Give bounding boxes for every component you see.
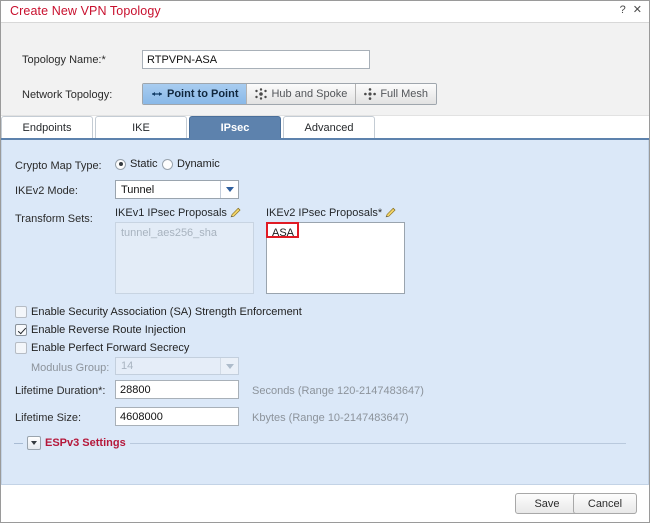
ikev2-mode-label: IKEv2 Mode: xyxy=(15,185,78,197)
dialog-footer: Save Cancel xyxy=(1,485,649,521)
topology-name-label: Topology Name:* xyxy=(22,54,106,66)
modulus-group-select[interactable]: 14 xyxy=(115,357,239,375)
vpn-topology-tabs: Endpoints IKE IPsec Advanced xyxy=(1,116,649,140)
sa-strength-enforcement-row[interactable]: Enable Security Association (SA) Strengt… xyxy=(15,306,302,318)
ikev2-mode-value: Tunnel xyxy=(121,183,155,196)
ikev2-proposals-title: IKEv2 IPsec Proposals* xyxy=(266,206,383,219)
topology-option-full-mesh[interactable]: Full Mesh xyxy=(356,84,437,104)
list-item[interactable]: ASA xyxy=(272,227,294,239)
lifetime-duration-label: Lifetime Duration*: xyxy=(15,385,106,397)
tab-ipsec[interactable]: IPsec xyxy=(189,116,281,138)
crypto-map-type-dynamic-row[interactable]: Dynamic xyxy=(162,158,220,170)
espv3-settings-section-header[interactable]: ESPv3 Settings xyxy=(14,436,626,450)
title-bar-controls: ? ✕ xyxy=(620,4,642,16)
modulus-group-value: 14 xyxy=(121,360,134,372)
sa-strength-enforcement-label: Enable Security Association (SA) Strengt… xyxy=(31,306,302,318)
perfect-forward-secrecy-checkbox[interactable] xyxy=(15,342,27,354)
cancel-button[interactable]: Cancel xyxy=(573,493,637,514)
tab-endpoints[interactable]: Endpoints xyxy=(1,116,93,138)
espv3-tree-connector xyxy=(14,442,23,444)
reverse-route-injection-checkbox[interactable] xyxy=(15,324,27,336)
close-icon[interactable]: ✕ xyxy=(633,4,642,16)
full-mesh-icon xyxy=(364,88,377,100)
ikev1-proposals-listbox[interactable]: tunnel_aes256_sha xyxy=(115,222,254,294)
lifetime-size-label: Lifetime Size: xyxy=(15,412,82,424)
tab-advanced[interactable]: Advanced xyxy=(283,116,375,138)
topology-option-full-mesh-label: Full Mesh xyxy=(380,88,429,100)
crypto-map-dynamic-label: Dynamic xyxy=(177,158,220,170)
modulus-group-chevron-down-icon[interactable] xyxy=(220,358,238,374)
dialog-title: Create New VPN Topology xyxy=(10,4,161,18)
topology-option-point-to-point[interactable]: Point to Point xyxy=(143,84,248,104)
save-button[interactable]: Save xyxy=(515,493,579,514)
sa-strength-enforcement-checkbox[interactable] xyxy=(15,306,27,318)
perfect-forward-secrecy-row[interactable]: Enable Perfect Forward Secrecy xyxy=(15,342,189,354)
espv3-settings-title: ESPv3 Settings xyxy=(45,437,126,449)
crypto-map-static-radio[interactable] xyxy=(115,158,126,170)
modulus-group-label: Modulus Group: xyxy=(31,362,110,374)
ikev2-proposals-header: IKEv2 IPsec Proposals* xyxy=(266,206,397,219)
lifetime-duration-hint: Seconds (Range 120-2147483647) xyxy=(252,385,424,397)
ikev2-mode-chevron-down-icon[interactable] xyxy=(220,181,238,198)
hub-and-spoke-icon xyxy=(255,88,268,100)
reverse-route-injection-label: Enable Reverse Route Injection xyxy=(31,324,186,336)
network-topology-segmented-control: Point to Point Hub and Spoke Full Mesh xyxy=(142,83,438,105)
tab-ike[interactable]: IKE xyxy=(95,116,187,138)
ikev1-proposals-pencil-icon[interactable] xyxy=(229,206,242,219)
ikev1-proposals-header: IKEv1 IPsec Proposals xyxy=(115,206,242,219)
topology-option-point-to-point-label: Point to Point xyxy=(167,88,239,100)
ipsec-tab-panel: Crypto Map Type: Static Dynamic IKEv2 Mo… xyxy=(1,140,649,485)
network-topology-label: Network Topology: xyxy=(22,89,113,101)
espv3-collapse-toggle-icon[interactable] xyxy=(27,436,41,450)
topology-option-hub-and-spoke-label: Hub and Spoke xyxy=(271,88,348,100)
topology-header-form: Topology Name:* Network Topology: Point … xyxy=(1,23,649,133)
espv3-divider xyxy=(129,442,626,444)
ikev2-proposals-listbox[interactable]: ASA xyxy=(266,222,405,294)
reverse-route-injection-row[interactable]: Enable Reverse Route Injection xyxy=(15,324,186,336)
crypto-map-static-label: Static xyxy=(130,158,158,170)
perfect-forward-secrecy-label: Enable Perfect Forward Secrecy xyxy=(31,342,190,354)
topology-name-input[interactable] xyxy=(142,50,370,69)
point-to-point-icon xyxy=(151,88,163,100)
lifetime-duration-input[interactable] xyxy=(115,380,239,399)
lifetime-size-input[interactable] xyxy=(115,407,239,426)
ikev1-proposals-title: IKEv1 IPsec Proposals xyxy=(115,206,227,219)
crypto-map-type-label: Crypto Map Type: xyxy=(15,160,102,172)
transform-sets-label: Transform Sets: xyxy=(15,213,93,225)
create-vpn-topology-dialog: Create New VPN Topology ? ✕ Topology Nam… xyxy=(0,0,650,523)
topology-option-hub-and-spoke[interactable]: Hub and Spoke xyxy=(247,84,357,104)
help-icon[interactable]: ? xyxy=(620,4,626,16)
crypto-map-dynamic-radio[interactable] xyxy=(162,158,173,170)
list-item[interactable]: tunnel_aes256_sha xyxy=(121,227,217,239)
crypto-map-type-static-row[interactable]: Static xyxy=(115,158,158,170)
ikev2-mode-select[interactable]: Tunnel xyxy=(115,180,239,199)
ikev2-proposals-pencil-icon[interactable] xyxy=(384,206,397,219)
lifetime-size-hint: Kbytes (Range 10-2147483647) xyxy=(252,412,409,424)
dialog-title-bar: Create New VPN Topology ? ✕ xyxy=(1,1,649,23)
